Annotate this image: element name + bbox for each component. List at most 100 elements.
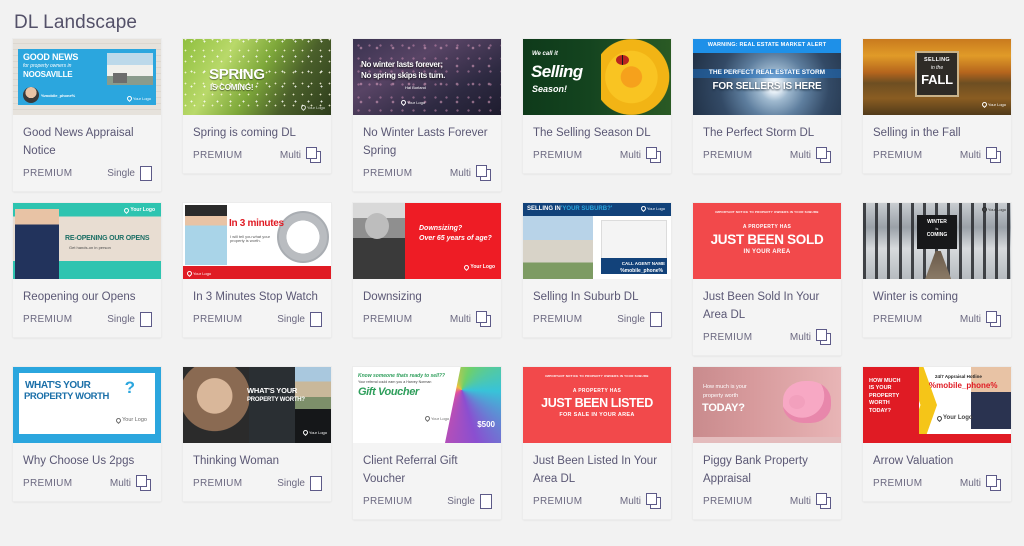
page-type[interactable]: Multi xyxy=(450,311,492,327)
template-thumbnail[interactable]: SELLING IN 'YOUR SUBURB?' CALL AGENT NAM… xyxy=(523,203,671,279)
page-type[interactable]: Multi xyxy=(110,475,152,491)
page-type[interactable]: Multi xyxy=(280,147,322,163)
thumb-eyebrow: IMPORTANT NOTICE TO PROPERTY OWNERS IN Y… xyxy=(545,374,649,378)
page-type[interactable]: Single xyxy=(617,311,662,327)
tier-label: PREMIUM xyxy=(363,313,413,325)
template-thumbnail[interactable]: WINTER is COMING Your Logo xyxy=(863,203,1011,279)
template-thumbnail[interactable]: Know someone thats ready to sell?? Your … xyxy=(353,367,501,443)
card-body: Winter is coming PREMIUM Multi xyxy=(863,279,1011,337)
thumb-subhead: A PROPERTY HAS xyxy=(742,224,792,230)
page-type[interactable]: Multi xyxy=(790,329,832,345)
template-card[interactable]: We call it Selling Season! The Selling S… xyxy=(523,39,671,173)
template-thumbnail[interactable]: Downsizing? Over 65 years of age? Your L… xyxy=(353,203,501,279)
poster-frame: SELLING in the FALL xyxy=(915,51,959,97)
page-type-label: Multi xyxy=(789,331,811,343)
template-card[interactable]: Downsizing? Over 65 years of age? Your L… xyxy=(353,203,501,337)
template-card[interactable]: How much is your property worth TODAY? P… xyxy=(693,367,841,519)
page-type[interactable]: Single xyxy=(107,165,152,181)
page-type-label: Multi xyxy=(789,149,811,161)
ladybug-icon xyxy=(616,55,629,65)
your-logo-badge: Your Logo xyxy=(299,103,325,112)
template-thumbnail[interactable]: HOW MUCH IS YOUR PROPERTY WORTH TODAY? 2… xyxy=(863,367,1011,443)
template-thumbnail[interactable]: In 3 minutes I will tell you what your p… xyxy=(183,203,331,279)
card-title: Arrow Valuation xyxy=(873,455,954,467)
template-card[interactable]: In 3 minutes I will tell you what your p… xyxy=(183,203,331,337)
template-thumbnail[interactable]: We call it Selling Season! xyxy=(523,39,671,115)
page-type-label: Multi xyxy=(789,495,811,507)
card-title: Spring is coming DL xyxy=(193,127,296,139)
thumb-subhead: property worth xyxy=(703,393,739,399)
page-type[interactable]: Multi xyxy=(790,147,832,163)
your-logo-badge: Your Logo xyxy=(115,416,147,424)
template-thumbnail[interactable]: How much is your property worth TODAY? xyxy=(693,367,841,443)
template-thumbnail[interactable]: WARNING: REAL ESTATE MARKET ALERT THE PE… xyxy=(693,39,841,115)
logo-text: Your Logo xyxy=(987,207,1006,212)
multi-page-icon xyxy=(136,475,152,491)
template-gallery-page: DL Landscape GOOD NEWS for property owne… xyxy=(0,0,1024,546)
page-type[interactable]: Single xyxy=(107,311,152,327)
template-card[interactable]: WARNING: REAL ESTATE MARKET ALERT THE PE… xyxy=(693,39,841,173)
template-thumbnail[interactable]: No winter lasts forever; No spring skips… xyxy=(353,39,501,115)
page-type[interactable]: Single xyxy=(277,475,322,491)
single-page-icon xyxy=(480,493,492,509)
pin-icon xyxy=(125,94,133,103)
page-type[interactable]: Multi xyxy=(620,493,662,509)
card-meta: PREMIUM Multi xyxy=(703,492,832,510)
stopwatch-graphic xyxy=(277,211,329,263)
tier-label: PREMIUM xyxy=(873,477,923,489)
your-logo-badge: Your Logo xyxy=(980,100,1006,109)
template-thumbnail[interactable]: SPRING IS COMING! Your Logo xyxy=(183,39,331,115)
thumb-suburb: NOOSAVILLE xyxy=(23,70,73,79)
template-card[interactable]: IMPORTANT NOTICE TO PROPERTY OWNERS IN Y… xyxy=(693,203,841,355)
template-card[interactable]: IMPORTANT NOTICE TO PROPERTY OWNERS IN Y… xyxy=(523,367,671,519)
single-page-icon xyxy=(310,311,322,327)
template-card[interactable]: WHAT'S YOUR PROPERTY WORTH? Your Logo Th… xyxy=(183,367,331,501)
card-title: Reopening our Opens xyxy=(23,291,136,303)
page-type[interactable]: Multi xyxy=(960,311,1002,327)
template-card[interactable]: Know someone thats ready to sell?? Your … xyxy=(353,367,501,519)
template-thumbnail[interactable]: WHAT'S YOUR PROPERTY WORTH? Your Logo xyxy=(183,367,331,443)
page-type[interactable]: Multi xyxy=(620,147,662,163)
template-card[interactable]: GOOD NEWS for property owners in NOOSAVI… xyxy=(13,39,161,191)
thumb-phone-token: %mobile_phone% xyxy=(620,267,663,274)
template-card[interactable]: RE-OPENING OUR OPENS Get hands-on in per… xyxy=(13,203,161,337)
thumb-headline: SELLING xyxy=(924,57,950,63)
template-card[interactable]: HOW MUCH IS YOUR PROPERTY WORTH TODAY? 2… xyxy=(863,367,1011,501)
card-meta: PREMIUM Multi xyxy=(23,474,152,492)
tier-label: PREMIUM xyxy=(703,331,753,343)
page-type[interactable]: Multi xyxy=(960,475,1002,491)
template-card[interactable]: WHAT'S YOUR PROPERTY WORTH ? Your Logo W… xyxy=(13,367,161,501)
client-referral-gift-voucher-thumbnail: Know someone thats ready to sell?? Your … xyxy=(353,367,501,443)
agent-photo xyxy=(15,209,59,279)
card-body: Reopening our Opens PREMIUM Single xyxy=(13,279,161,337)
page-type[interactable]: Multi xyxy=(790,493,832,509)
template-card[interactable]: SELLING in the FALL Your Logo Selling in… xyxy=(863,39,1011,173)
template-thumbnail[interactable]: IMPORTANT NOTICE TO PROPERTY OWNERS IN Y… xyxy=(693,203,841,279)
template-thumbnail[interactable]: GOOD NEWS for property owners in NOOSAVI… xyxy=(13,39,161,115)
page-type[interactable]: Multi xyxy=(450,165,492,181)
sign-panel: WINTER is COMING xyxy=(917,215,957,249)
page-type[interactable]: Multi xyxy=(960,147,1002,163)
template-thumbnail[interactable]: IMPORTANT NOTICE TO PROPERTY OWNERS IN Y… xyxy=(523,367,671,443)
page-type[interactable]: Single xyxy=(277,311,322,327)
your-logo-badge: Your Logo xyxy=(185,269,211,278)
card-meta: PREMIUM Single xyxy=(533,310,662,328)
page-type[interactable]: Single xyxy=(447,493,492,509)
thumb-subhead: Get hands-on in person xyxy=(69,245,111,250)
template-card[interactable]: WINTER is COMING Your Logo Winter is com… xyxy=(863,203,1011,337)
your-logo-badge: Your Logo xyxy=(980,205,1006,214)
the-perfect-storm-thumbnail: WARNING: REAL ESTATE MARKET ALERT THE PE… xyxy=(693,39,841,115)
template-thumbnail[interactable]: SELLING in the FALL Your Logo xyxy=(863,39,1011,115)
page-type-label: Multi xyxy=(619,149,641,161)
multi-page-icon xyxy=(476,311,492,327)
card-body: In 3 Minutes Stop Watch PREMIUM Single xyxy=(183,279,331,337)
template-thumbnail[interactable]: WHAT'S YOUR PROPERTY WORTH ? Your Logo xyxy=(13,367,161,443)
your-logo-badge: Your Logo xyxy=(301,428,327,437)
template-card[interactable]: SPRING IS COMING! Your Logo Spring is co… xyxy=(183,39,331,173)
template-card[interactable]: No winter lasts forever; No spring skips… xyxy=(353,39,501,191)
page-type-label: Single xyxy=(617,313,645,325)
template-thumbnail[interactable]: RE-OPENING OUR OPENS Get hands-on in per… xyxy=(13,203,161,279)
tier-label: PREMIUM xyxy=(193,149,243,161)
template-card[interactable]: SELLING IN 'YOUR SUBURB?' CALL AGENT NAM… xyxy=(523,203,671,337)
thumb-extra: Season! xyxy=(532,84,568,94)
